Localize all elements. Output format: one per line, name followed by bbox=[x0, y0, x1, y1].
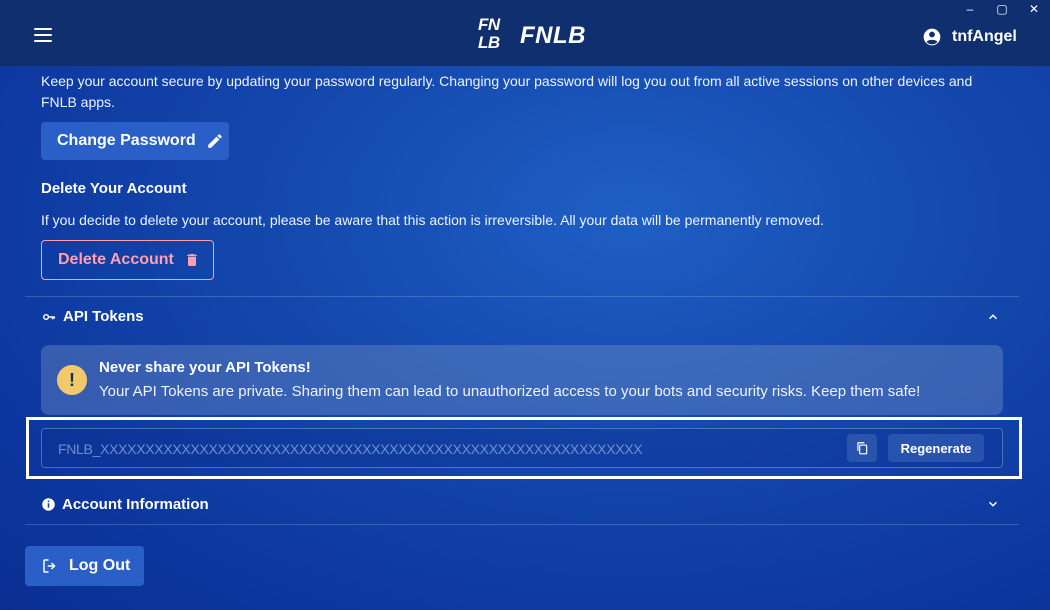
title-bar: FN LB FNLB tnfAngel – ▢ ✕ bbox=[0, 0, 1050, 66]
api-token-warning: ! Never share your API Tokens! Your API … bbox=[41, 345, 1003, 415]
chevron-up-icon[interactable] bbox=[986, 310, 1000, 324]
trash-icon bbox=[187, 254, 197, 266]
close-button[interactable]: ✕ bbox=[1028, 2, 1040, 16]
chevron-down-icon[interactable] bbox=[986, 497, 1000, 511]
maximize-button[interactable]: ▢ bbox=[996, 2, 1008, 16]
copy-token-button[interactable] bbox=[847, 434, 877, 462]
account-information-header[interactable]: Account Information bbox=[41, 496, 209, 513]
regenerate-button[interactable]: Regenerate bbox=[888, 434, 984, 462]
window-controls: – ▢ ✕ bbox=[964, 2, 1040, 16]
menu-icon[interactable] bbox=[34, 28, 54, 44]
delete-description: If you decide to delete your account, pl… bbox=[41, 212, 824, 228]
brand: FN LB FNLB bbox=[478, 16, 586, 56]
copy-icon bbox=[857, 442, 868, 455]
fnlb-logo: FN LB bbox=[478, 15, 500, 52]
change-password-button[interactable]: Change Password bbox=[41, 122, 229, 160]
settings-content: Keep your account secure by updating you… bbox=[0, 66, 1050, 610]
api-token-field: Regenerate bbox=[41, 428, 1003, 468]
info-icon bbox=[42, 498, 55, 511]
delete-account-button[interactable]: Delete Account bbox=[41, 240, 214, 280]
log-out-label: Log Out bbox=[69, 557, 131, 574]
change-password-label: Change Password bbox=[57, 132, 196, 149]
delete-heading: Delete Your Account bbox=[41, 180, 187, 197]
alert-body: Your API Tokens are private. Sharing the… bbox=[99, 383, 921, 400]
key-icon bbox=[43, 313, 55, 320]
account-information-heading: Account Information bbox=[62, 496, 209, 513]
warning-icon: ! bbox=[57, 365, 87, 395]
delete-account-label: Delete Account bbox=[58, 251, 174, 268]
api-token-input[interactable] bbox=[58, 439, 818, 459]
logout-icon bbox=[43, 559, 56, 573]
api-tokens-heading: API Tokens bbox=[63, 308, 144, 325]
alert-title: Never share your API Tokens! bbox=[99, 359, 311, 376]
log-out-button[interactable]: Log Out bbox=[25, 546, 144, 586]
minimize-button[interactable]: – bbox=[964, 2, 976, 16]
divider bbox=[25, 296, 1019, 297]
divider bbox=[25, 524, 1019, 525]
username: tnfAngel bbox=[952, 28, 1017, 45]
account-circle-icon bbox=[923, 28, 941, 46]
user-menu[interactable]: tnfAngel bbox=[922, 27, 1017, 47]
password-description: Keep your account secure by updating you… bbox=[41, 73, 973, 110]
brand-name: FNLB bbox=[520, 22, 586, 49]
api-tokens-header[interactable]: API Tokens bbox=[41, 308, 144, 325]
pencil-icon bbox=[207, 134, 222, 148]
